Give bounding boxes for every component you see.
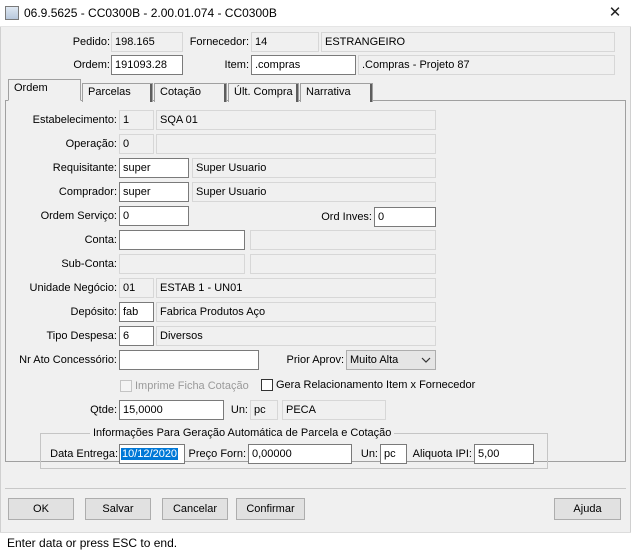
deposito-code-field[interactable]: fab — [119, 302, 154, 322]
pedido-label: Pedido: — [72, 36, 110, 48]
unidade-negocio-label: Unidade Negócio: — [29, 282, 117, 294]
tab-cotacao[interactable]: Cotação — [154, 83, 227, 102]
un-code-field: pc — [250, 400, 278, 420]
gera-relacionamento-label: Gera Relacionamento Item x Fornecedor — [276, 379, 476, 391]
preco-forn-field[interactable]: 0,00000 — [248, 444, 352, 464]
parcela-un-label: Un: — [360, 448, 378, 460]
data-entrega-value: 10/12/2020 — [121, 448, 179, 460]
fornecedor-code-field: 14 — [251, 32, 319, 52]
close-icon[interactable]: ✕ — [602, 3, 628, 23]
qtde-field[interactable]: 15,0000 — [119, 400, 224, 420]
un-label: Un: — [230, 404, 248, 416]
data-entrega-label: Data Entrega: — [50, 448, 118, 460]
app-icon — [5, 6, 19, 20]
ok-button[interactable]: OK — [8, 498, 74, 520]
tipo-despesa-desc-field: Diversos — [156, 326, 436, 346]
chevron-down-icon — [421, 357, 431, 363]
fornecedor-label: Fornecedor: — [189, 36, 249, 48]
imprime-ficha-checkbox[interactable] — [120, 380, 132, 392]
button-row-separator — [5, 488, 626, 489]
data-entrega-field[interactable]: 10/12/2020 — [119, 444, 185, 464]
nr-ato-label: Nr Ato Concessório: — [19, 354, 117, 366]
cancelar-button[interactable]: Cancelar — [162, 498, 228, 520]
pedido-field: 198.165 — [111, 32, 183, 52]
comprador-code-field[interactable]: super — [119, 182, 189, 202]
prior-aprov-selected: Muito Alta — [350, 354, 399, 366]
ordem-label: Ordem: — [73, 59, 110, 71]
aliquota-ipi-field[interactable]: 5,00 — [474, 444, 534, 464]
unidade-negocio-desc-field: ESTAB 1 - UN01 — [156, 278, 436, 298]
estabelecimento-desc-field: SQA 01 — [156, 110, 436, 130]
tab-ordem[interactable]: Ordem — [8, 79, 81, 101]
unidade-negocio-code-field: 01 — [119, 278, 154, 298]
requisitante-desc-field: Super Usuario — [192, 158, 436, 178]
prior-aprov-select[interactable]: Muito Alta — [346, 350, 436, 370]
gera-relacionamento-checkbox[interactable] — [261, 379, 273, 391]
item-desc-field: .Compras - Projeto 87 — [358, 55, 615, 75]
preco-forn-label: Preço Forn: — [188, 448, 246, 460]
parcela-un-field[interactable]: pc — [380, 444, 407, 464]
confirmar-button[interactable]: Confirmar — [236, 498, 305, 520]
tab-narrativa[interactable]: Narrativa — [300, 83, 373, 102]
ordem-servico-label: Ordem Serviço: — [40, 210, 117, 222]
ajuda-button[interactable]: Ajuda — [554, 498, 621, 520]
deposito-desc-field: Fabrica Produtos Aço — [156, 302, 436, 322]
operacao-code-field: 0 — [119, 134, 154, 154]
item-code-field[interactable]: .compras — [251, 55, 356, 75]
sub-conta-label: Sub-Conta: — [61, 258, 117, 270]
conta-label: Conta: — [84, 234, 117, 246]
fornecedor-name-field: ESTRANGEIRO — [321, 32, 615, 52]
tipo-despesa-code-field[interactable]: 6 — [119, 326, 154, 346]
ordem-field[interactable]: 191093.28 — [111, 55, 183, 75]
tipo-despesa-label: Tipo Despesa: — [46, 330, 117, 342]
ordem-servico-field[interactable]: 0 — [119, 206, 189, 226]
tab-parcelas[interactable]: Parcelas — [82, 83, 153, 102]
item-label: Item: — [224, 59, 249, 71]
salvar-button[interactable]: Salvar — [85, 498, 151, 520]
conta-desc-field — [250, 230, 436, 250]
estabelecimento-code-field: 1 — [119, 110, 154, 130]
conta-field[interactable] — [119, 230, 245, 250]
comprador-label: Comprador: — [58, 186, 117, 198]
ord-inves-label: Ord Inves: — [321, 211, 372, 223]
sub-conta-field — [119, 254, 245, 274]
imprime-ficha-label: Imprime Ficha Cotação — [135, 380, 249, 392]
window-title: 06.9.5625 - CC0300B - 2.00.01.074 - CC03… — [24, 6, 277, 20]
requisitante-label: Requisitante: — [52, 162, 117, 174]
un-desc-field: PECA — [282, 400, 386, 420]
comprador-desc-field: Super Usuario — [192, 182, 436, 202]
groupbox-title: Informações Para Geração Automática de P… — [90, 427, 395, 440]
deposito-label: Depósito: — [70, 306, 117, 318]
requisitante-code-field[interactable]: super — [119, 158, 189, 178]
nr-ato-field[interactable] — [119, 350, 259, 370]
operacao-desc-field — [156, 134, 436, 154]
qtde-label: Qtde: — [90, 404, 117, 416]
status-text: Enter data or press ESC to end. — [7, 536, 178, 550]
prior-aprov-label: Prior Aprov: — [286, 354, 344, 366]
ord-inves-field[interactable]: 0 — [374, 207, 436, 227]
sub-conta-desc-field — [250, 254, 436, 274]
estabelecimento-label: Estabelecimento: — [32, 114, 117, 126]
aliquota-ipi-label: Aliquota IPI: — [412, 448, 472, 460]
tab-ult-compra[interactable]: Últ. Compra — [228, 83, 299, 102]
operacao-label: Operação: — [65, 138, 117, 150]
